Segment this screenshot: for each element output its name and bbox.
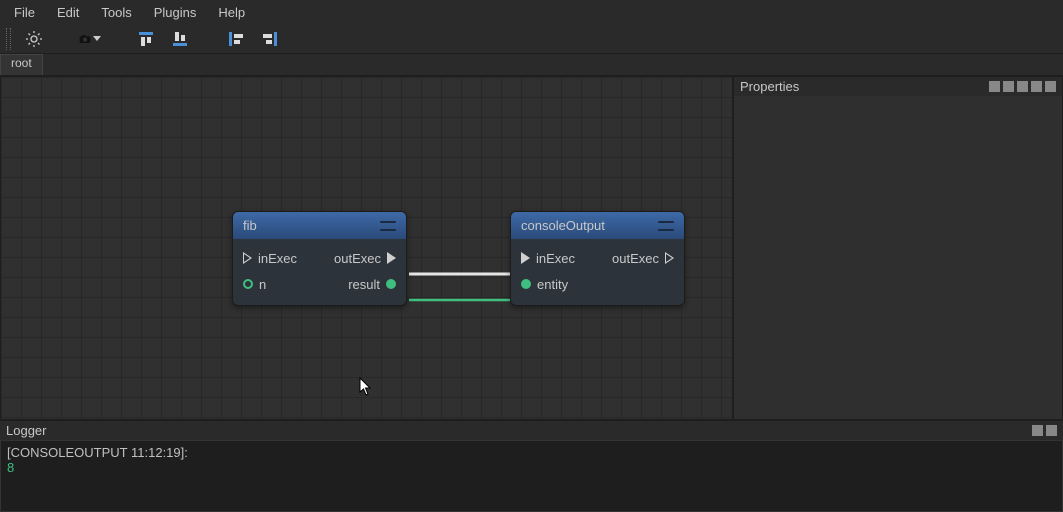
port-label: inExec xyxy=(536,251,575,266)
port-label: inExec xyxy=(258,251,297,266)
tab-root[interactable]: root xyxy=(0,54,43,75)
panel-icon[interactable] xyxy=(1031,81,1042,92)
panel-icon[interactable] xyxy=(1017,81,1028,92)
panel-icon[interactable] xyxy=(1032,425,1043,436)
node-consoleoutput-header[interactable]: consoleOutput xyxy=(511,212,684,239)
logger-panel: Logger [CONSOLEOUTPUT 11:12:19]: 8 xyxy=(0,420,1063,512)
menu-file[interactable]: File xyxy=(4,3,45,22)
logger-body[interactable]: [CONSOLEOUTPUT 11:12:19]: 8 xyxy=(0,440,1063,512)
node-fib-title: fib xyxy=(243,218,257,233)
canvas[interactable]: fib inExec outExec n result c xyxy=(0,76,733,420)
port-in-exec[interactable]: inExec xyxy=(243,251,297,266)
node-fib[interactable]: fib inExec outExec n result xyxy=(232,211,407,306)
cursor-icon xyxy=(359,377,373,397)
logger-title: Logger xyxy=(6,423,46,438)
menu-help[interactable]: Help xyxy=(208,3,255,22)
camera-icon[interactable] xyxy=(79,28,101,50)
align-bottom-icon[interactable] xyxy=(169,28,191,50)
panel-icon[interactable] xyxy=(1046,425,1057,436)
align-top-icon[interactable] xyxy=(135,28,157,50)
log-line: [CONSOLEOUTPUT 11:12:19]: xyxy=(7,445,1056,460)
logger-titlebar[interactable]: Logger xyxy=(0,421,1063,440)
node-consoleoutput-title: consoleOutput xyxy=(521,218,605,233)
port-in-entity[interactable]: entity xyxy=(521,277,568,292)
sun-icon[interactable] xyxy=(23,28,45,50)
log-line: 8 xyxy=(7,460,1056,475)
panel-icon[interactable] xyxy=(1045,81,1056,92)
port-label: entity xyxy=(537,277,568,292)
menu-tools[interactable]: Tools xyxy=(91,3,141,22)
properties-panel: Properties xyxy=(733,76,1063,420)
canvas-tabs: root xyxy=(0,54,1063,76)
menu-plugins[interactable]: Plugins xyxy=(144,3,207,22)
properties-titlebar[interactable]: Properties xyxy=(734,77,1062,96)
menubar: File Edit Tools Plugins Help xyxy=(0,0,1063,24)
port-out-result[interactable]: result xyxy=(348,277,396,292)
toolbar-grip xyxy=(6,28,11,50)
port-in-n[interactable]: n xyxy=(243,277,266,292)
port-label: n xyxy=(259,277,266,292)
properties-body xyxy=(734,96,1062,419)
menu-edit[interactable]: Edit xyxy=(47,3,89,22)
node-fib-header[interactable]: fib xyxy=(233,212,406,239)
port-label: outExec xyxy=(334,251,381,266)
port-out-exec[interactable]: outExec xyxy=(612,251,674,266)
port-label: result xyxy=(348,277,380,292)
panel-icon[interactable] xyxy=(1003,81,1014,92)
port-out-exec[interactable]: outExec xyxy=(334,251,396,266)
main-area: fib inExec outExec n result c xyxy=(0,76,1063,420)
toolbar xyxy=(0,24,1063,54)
hamburger-icon[interactable] xyxy=(380,221,396,231)
hamburger-icon[interactable] xyxy=(658,221,674,231)
align-left-icon[interactable] xyxy=(225,28,247,50)
port-in-exec[interactable]: inExec xyxy=(521,251,575,266)
align-right-icon[interactable] xyxy=(259,28,281,50)
chevron-down-icon[interactable] xyxy=(93,36,101,41)
properties-title: Properties xyxy=(740,79,799,94)
panel-icon[interactable] xyxy=(989,81,1000,92)
node-consoleoutput[interactable]: consoleOutput inExec outExec entity xyxy=(510,211,685,306)
port-label: outExec xyxy=(612,251,659,266)
